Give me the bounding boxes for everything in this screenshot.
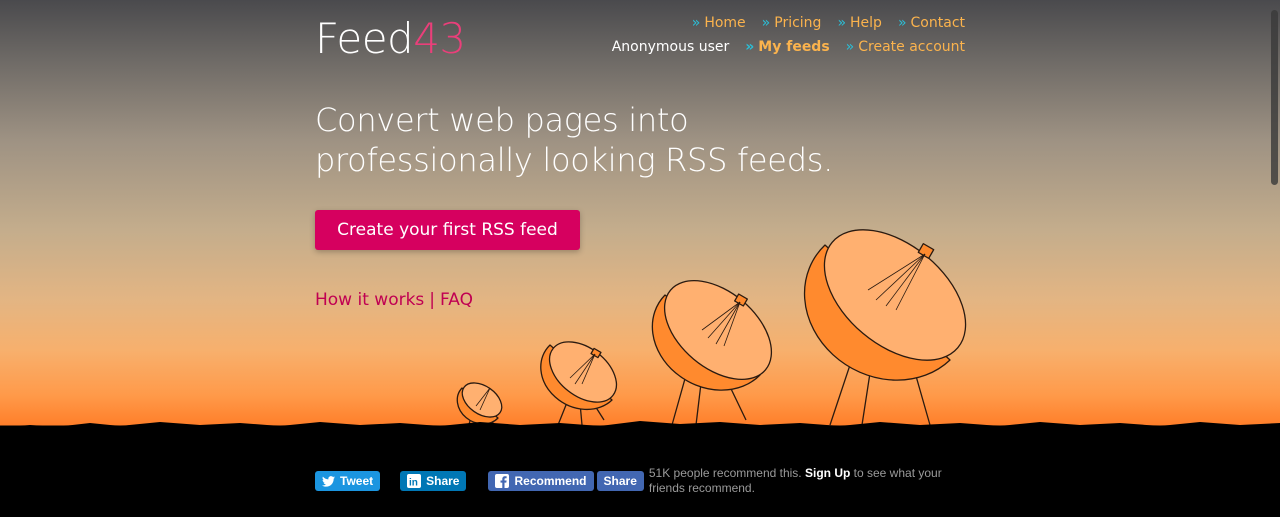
- user-nav: Anonymous user » My feeds » Create account: [612, 39, 965, 55]
- page-scrollbar[interactable]: [1271, 10, 1278, 185]
- nav-home-label: Home: [704, 15, 746, 31]
- nav-help-link[interactable]: » Help: [837, 15, 882, 31]
- facebook-recommend-button[interactable]: Recommend: [488, 471, 594, 491]
- hero-headline: Convert web pages into professionally lo…: [315, 100, 915, 180]
- chevron-icon: »: [837, 15, 847, 31]
- facebook-recommend-label: Recommend: [514, 474, 587, 488]
- chevron-icon: »: [761, 15, 771, 31]
- chevron-icon: »: [845, 39, 855, 55]
- linkedin-share-label: Share: [426, 474, 460, 488]
- tweet-button[interactable]: Tweet: [315, 471, 381, 491]
- linkedin-share-button[interactable]: in Share: [400, 471, 467, 491]
- nav-contact-link[interactable]: » Contact: [898, 15, 965, 31]
- top-nav: » Home » Pricing » Help » Contact: [692, 15, 965, 31]
- logo-number: 43: [413, 14, 466, 63]
- chevron-icon: »: [745, 39, 755, 55]
- radio-telescopes-illustration: [456, 229, 967, 429]
- facebook-share-button[interactable]: Share: [596, 471, 644, 491]
- nav-create-account-link[interactable]: » Create account: [846, 39, 965, 55]
- svg-text:in: in: [409, 478, 418, 489]
- headline-line-1: Convert web pages into: [315, 101, 689, 139]
- nav-pricing-link[interactable]: » Pricing: [762, 15, 822, 31]
- nav-pricing-label: Pricing: [774, 15, 822, 31]
- link-separator: |: [429, 290, 436, 310]
- nav-my-feeds-link[interactable]: » My feeds: [745, 39, 829, 55]
- large-dish: [651, 279, 773, 426]
- how-it-works-link[interactable]: How it works: [315, 290, 424, 310]
- nav-contact-label: Contact: [910, 15, 965, 31]
- facebook-icon: [495, 474, 510, 488]
- nav-help-label: Help: [850, 15, 882, 31]
- chevron-icon: »: [897, 15, 907, 31]
- chevron-icon: »: [691, 15, 701, 31]
- social-share-bar: Tweet in Share Recommend Share 51K peopl…: [315, 466, 949, 496]
- fb-count-text: 51K people recommend this.: [648, 466, 802, 480]
- anonymous-user-label: Anonymous user: [611, 39, 730, 55]
- nav-create-account-label: Create account: [858, 39, 965, 55]
- fb-signup-link[interactable]: Sign Up: [805, 466, 850, 480]
- ground-silhouette: [0, 421, 1280, 440]
- largest-dish: [803, 229, 967, 426]
- twitter-bird-icon: [322, 475, 335, 487]
- tweet-label: Tweet: [340, 474, 374, 488]
- logo-text: Feed: [315, 14, 414, 63]
- feed43-logo[interactable]: Feed43: [315, 14, 466, 64]
- headline-line-2: professionally looking RSS feeds.: [315, 141, 833, 179]
- nav-home-link[interactable]: » Home: [692, 15, 746, 31]
- facebook-recommend-text: 51K people recommend this. Sign Up to se…: [649, 466, 949, 496]
- linkedin-icon: in: [407, 474, 422, 489]
- nav-my-feeds-label: My feeds: [758, 39, 830, 55]
